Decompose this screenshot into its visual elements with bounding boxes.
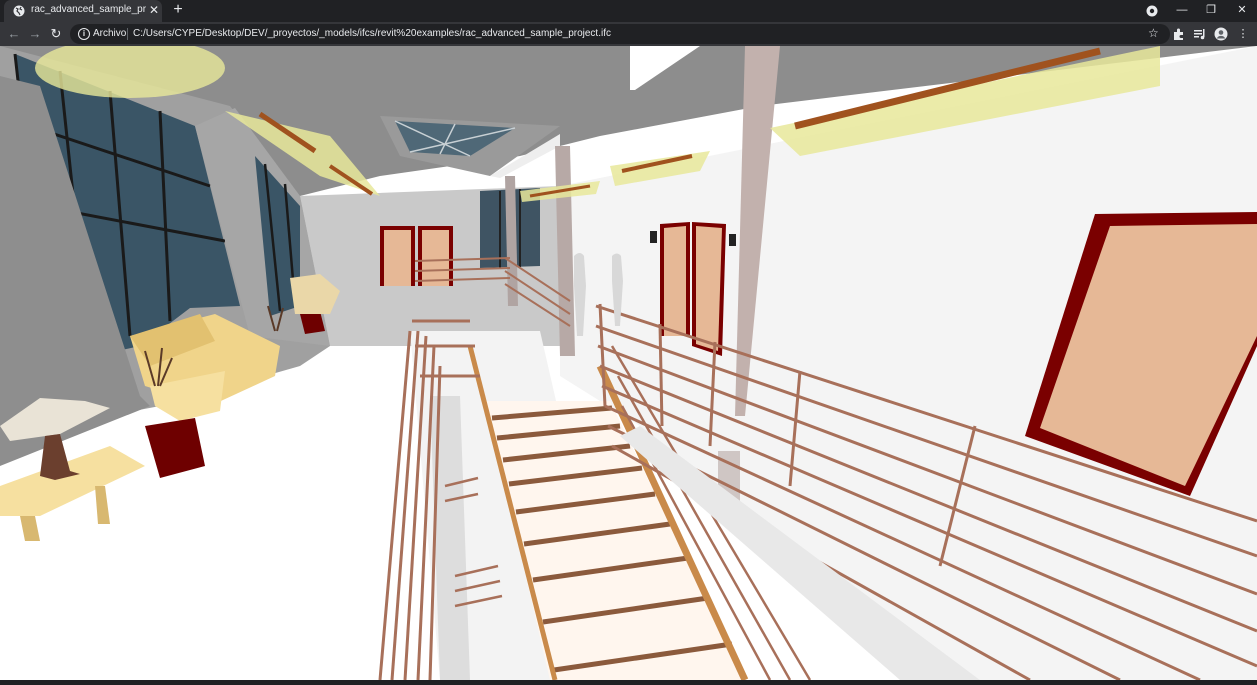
- tab-title: rac_advanced_sample_project.ifc: [31, 4, 146, 15]
- 3d-viewport[interactable]: [0, 38, 1257, 682]
- door-back-1: [384, 230, 411, 286]
- profile-avatar[interactable]: [1214, 27, 1228, 41]
- address-bar[interactable]: i Archivo C:/Users/CYPE/Desktop/DEV/_pro…: [70, 24, 1170, 44]
- browser-toolbar: ← → ↻ i Archivo C:/Users/CYPE/Desktop/DE…: [0, 22, 1257, 46]
- info-icon[interactable]: i: [78, 28, 90, 40]
- globe-icon: [13, 5, 25, 17]
- tab-active[interactable]: rac_advanced_sample_project.ifc ✕: [4, 0, 162, 22]
- back-button[interactable]: ←: [6, 26, 22, 42]
- forward-button[interactable]: →: [27, 26, 43, 42]
- address-separator: [127, 28, 128, 40]
- tab-close-icon[interactable]: ✕: [147, 3, 161, 17]
- restore-button[interactable]: ❐: [1197, 0, 1225, 22]
- media-record-icon[interactable]: [1146, 5, 1158, 17]
- new-tab-button[interactable]: +: [170, 2, 186, 18]
- door-sign-2: [729, 234, 736, 246]
- star-icon[interactable]: ☆: [1148, 26, 1159, 40]
- menu-icon[interactable]: ⋮: [1236, 27, 1250, 41]
- url-text[interactable]: C:/Users/CYPE/Desktop/DEV/_proyectos/_mo…: [133, 28, 611, 39]
- reload-button[interactable]: ↻: [48, 26, 64, 42]
- door-right-1: [664, 226, 686, 336]
- extensions-icon[interactable]: [1172, 27, 1186, 41]
- media-icon[interactable]: [1193, 27, 1207, 41]
- door-right-2: [696, 226, 722, 351]
- close-window-button[interactable]: ✕: [1228, 0, 1256, 22]
- door-sign-1: [650, 231, 657, 243]
- ifc-scene[interactable]: [0, 38, 1257, 682]
- door-back-2: [422, 230, 449, 286]
- scheme-label: Archivo: [93, 28, 127, 39]
- tab-strip: rac_advanced_sample_project.ifc ✕ + — ❐ …: [0, 0, 1257, 22]
- minimize-button[interactable]: —: [1168, 0, 1196, 22]
